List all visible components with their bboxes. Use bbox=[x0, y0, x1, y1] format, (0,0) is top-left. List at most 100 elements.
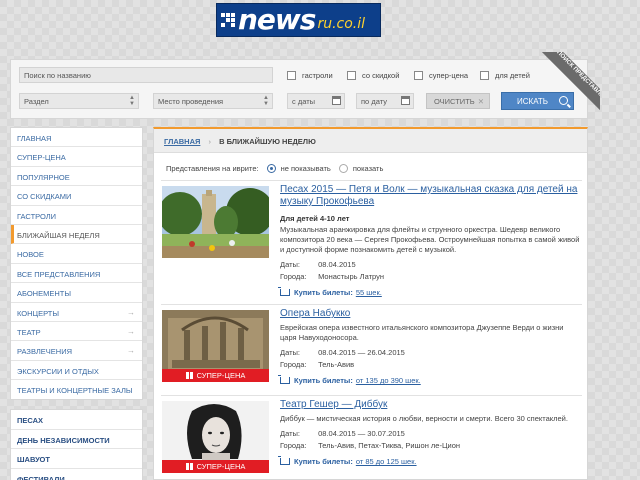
select-arrows-icon: ▲ ▼ bbox=[129, 95, 135, 107]
badge-label: СУПЕР-ЦЕНА bbox=[196, 462, 246, 471]
site-logo[interactable]: news ru.co.il bbox=[216, 3, 381, 37]
buy-tickets-label: Купить билеты: bbox=[294, 376, 353, 385]
sidebar-item-label: ТЕАТР bbox=[17, 327, 41, 337]
date-from-placeholder: с даты bbox=[292, 97, 316, 106]
sidebar-item-independence-day[interactable]: ДЕНЬ НЕЗАВИСИМОСТИ bbox=[11, 430, 142, 450]
date-from-input[interactable]: с даты bbox=[287, 93, 345, 109]
ticket-price[interactable]: от 135 до 390 шек. bbox=[356, 376, 421, 385]
clear-button-label: ОЧИСТИТЬ bbox=[434, 97, 475, 106]
checkbox-box[interactable] bbox=[480, 71, 489, 80]
event-description: Диббук — мистическая история о любви, ве… bbox=[280, 414, 568, 423]
gift-icon bbox=[185, 463, 193, 470]
event-image[interactable]: СУПЕР-ЦЕНА bbox=[162, 401, 269, 473]
event-title-link[interactable]: Опера Набукко bbox=[280, 308, 580, 320]
event-details: Театр Гешер — Диббук Диббук — мистическа… bbox=[278, 399, 580, 466]
sidebar-item-new[interactable]: НОВОЕ bbox=[11, 244, 142, 264]
event-image[interactable]: СУПЕР-ЦЕНА bbox=[162, 310, 269, 382]
checkbox-kids[interactable]: для детей bbox=[480, 71, 530, 80]
checkbox-label: супер-цена bbox=[429, 71, 469, 80]
section-select-value: Раздел bbox=[24, 97, 49, 106]
sidebar-item-super-price[interactable]: СУПЕР-ЦЕНА bbox=[11, 147, 142, 167]
event-title-link[interactable]: Театр Гешер — Диббук bbox=[280, 399, 580, 411]
sidebar-item-excursions[interactable]: ЭКСКУРСИИ И ОТДЫХ bbox=[11, 361, 142, 381]
logo-squares-icon bbox=[221, 13, 235, 27]
event-dates-label: Даты: bbox=[280, 429, 300, 438]
radio-show-hebrew[interactable] bbox=[338, 164, 348, 173]
sidebar-item-popular[interactable]: ПОПУЛЯРНОЕ bbox=[11, 167, 142, 187]
venue-select[interactable]: Место проведения ▲ ▼ bbox=[153, 93, 273, 109]
sidebar-item-subscriptions[interactable]: АБОНЕМЕНТЫ bbox=[11, 283, 142, 303]
arrow-right-icon: → bbox=[127, 346, 135, 356]
event-details: Песах 2015 — Петя и Волк — музыкальная с… bbox=[278, 184, 580, 297]
cart-icon bbox=[278, 456, 290, 465]
date-to-input[interactable]: по дату bbox=[356, 93, 414, 109]
sidebar-item-discounts[interactable]: СО СКИДКАМИ bbox=[11, 186, 142, 206]
event-dates-value: 08.04.2015 bbox=[318, 260, 356, 269]
ticket-price[interactable]: 55 шек. bbox=[356, 288, 382, 297]
hebrew-filter-label: Представления на иврите: bbox=[166, 164, 259, 173]
checkbox-box[interactable] bbox=[287, 71, 296, 80]
event-cities: Города: Тель-Авив bbox=[280, 360, 580, 369]
calendar-icon[interactable] bbox=[332, 96, 341, 105]
garden-photo-icon bbox=[162, 186, 269, 258]
sidebar-item-theatre[interactable]: ТЕАТР → bbox=[11, 322, 142, 342]
name-search-input[interactable]: Поиск по названию bbox=[19, 67, 273, 83]
sidebar-item-venues[interactable]: ТЕАТРЫ И КОНЦЕРТНЫЕ ЗАЛЫ bbox=[11, 380, 142, 399]
super-price-badge: СУПЕР-ЦЕНА bbox=[162, 369, 269, 382]
breadcrumb-separator: › bbox=[208, 137, 211, 146]
radio-hide-hebrew[interactable] bbox=[266, 164, 276, 173]
sidebar-item-pesach[interactable]: ПЕСАХ bbox=[11, 410, 142, 430]
buy-tickets-link[interactable]: Купить билеты: от 85 до 125 шек. bbox=[278, 456, 580, 466]
arrow-right-icon: → bbox=[127, 326, 135, 336]
name-search-placeholder: Поиск по названию bbox=[24, 71, 91, 80]
buy-tickets-label: Купить билеты: bbox=[294, 457, 353, 466]
event-cities-label: Города: bbox=[280, 272, 307, 281]
event-cities-label: Города: bbox=[280, 441, 307, 450]
event-subtitle: Для детей 4-10 лет bbox=[280, 214, 350, 223]
ticket-price[interactable]: от 85 до 125 шек. bbox=[356, 457, 417, 466]
event-description: Музыкальная аранжировка для флейты и стр… bbox=[280, 225, 580, 254]
logo-domain: ru.co.il bbox=[317, 16, 366, 32]
checkbox-super-price[interactable]: супер-цена bbox=[414, 71, 468, 80]
buy-tickets-link[interactable]: Купить билеты: 55 шек. bbox=[278, 287, 580, 297]
sidebar-item-next-week[interactable]: БЛИЖАЙШАЯ НЕДЕЛЯ bbox=[11, 224, 142, 245]
checkbox-label: гастроли bbox=[302, 71, 333, 80]
sidebar-item-label: КОНЦЕРТЫ bbox=[17, 308, 59, 318]
radio-hide-hebrew-label[interactable]: не показывать bbox=[281, 164, 331, 173]
date-to-placeholder: по дату bbox=[361, 97, 387, 106]
sidebar-item-shavuot[interactable]: ШАВУОТ bbox=[11, 449, 142, 469]
event-title-link[interactable]: Песах 2015 — Петя и Волк — музыкальная с… bbox=[280, 184, 580, 208]
event-details: Опера Набукко Еврейская опера известного… bbox=[278, 308, 580, 385]
checkbox-box[interactable] bbox=[414, 71, 423, 80]
checkbox-box[interactable] bbox=[347, 71, 356, 80]
event-cities-value: Тель-Авив bbox=[318, 360, 355, 369]
event-dates: Даты: 08.04.2015 bbox=[280, 260, 580, 269]
search-ribbon-label: ПОИСК ПРЕДСТАВЛЕНИЯ bbox=[541, 52, 600, 122]
buy-tickets-link[interactable]: Купить билеты: от 135 до 390 шек. bbox=[278, 375, 580, 385]
sidebar-item-all-shows[interactable]: ВСЕ ПРЕДСТАВЛЕНИЯ bbox=[11, 264, 142, 284]
event-description: Еврейская опера известного итальянского … bbox=[280, 323, 564, 342]
event-image[interactable] bbox=[162, 186, 269, 258]
section-select[interactable]: Раздел ▲ ▼ bbox=[19, 93, 139, 109]
checkbox-tours[interactable]: гастроли bbox=[287, 71, 333, 80]
sidebar-item-home[interactable]: ГЛАВНАЯ bbox=[11, 128, 142, 148]
gift-icon bbox=[185, 372, 193, 379]
event-cities: Города: Монастырь Латрун bbox=[280, 272, 580, 281]
search-panel: Поиск по названию гастроли со скидкой су… bbox=[10, 59, 588, 119]
calendar-icon[interactable] bbox=[401, 96, 410, 105]
event-dates-label: Даты: bbox=[280, 348, 300, 357]
checkbox-discount[interactable]: со скидкой bbox=[347, 71, 399, 80]
sidebar-item-concerts[interactable]: КОНЦЕРТЫ → bbox=[11, 303, 142, 322]
search-ribbon: ПОИСК ПРЕДСТАВЛЕНИЯ bbox=[530, 52, 600, 122]
breadcrumb-home-link[interactable]: ГЛАВНАЯ bbox=[164, 137, 200, 146]
radio-show-hebrew-label[interactable]: показать bbox=[353, 164, 384, 173]
sidebar-item-entertainment[interactable]: РАЗВЛЕЧЕНИЯ → bbox=[11, 341, 142, 361]
sidebar-group-holidays: ПЕСАХ ДЕНЬ НЕЗАВИСИМОСТИ ШАВУОТ ФЕСТИВАЛ… bbox=[10, 409, 143, 480]
arrow-right-icon: → bbox=[127, 307, 135, 317]
sidebar-item-festivals[interactable]: ФЕСТИВАЛИ bbox=[11, 469, 142, 480]
event-cities-value: Монастырь Латрун bbox=[318, 272, 384, 281]
clear-button[interactable]: ОЧИСТИТЬ ✕ bbox=[426, 93, 490, 109]
breadcrumb: ГЛАВНАЯ › В БЛИЖАЙШУЮ НЕДЕЛЮ bbox=[154, 129, 587, 153]
sidebar-item-tours[interactable]: ГАСТРОЛИ bbox=[11, 206, 142, 225]
cart-icon bbox=[278, 375, 290, 384]
